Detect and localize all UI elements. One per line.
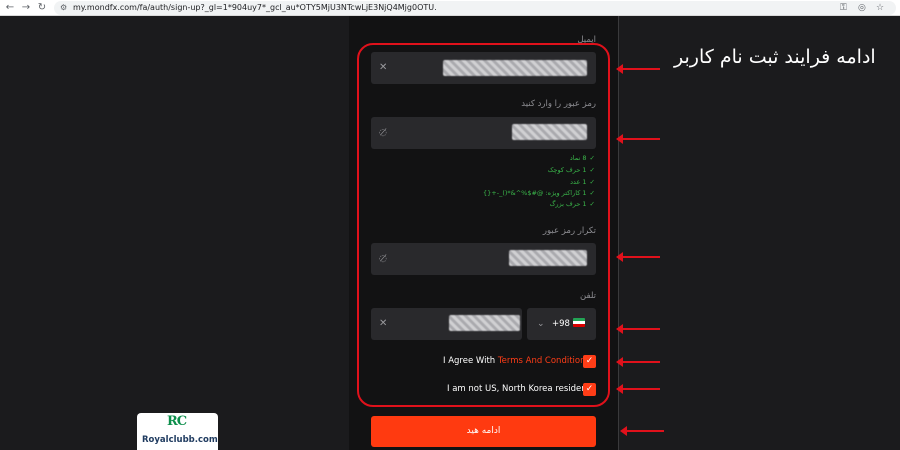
arrow-icon [616,252,660,262]
browser-toolbar: ← → ↻ ⚙ my.mondfx.com/fa/auth/sign-up?_g… [0,0,900,16]
arrow-icon [620,426,664,436]
royalclubb-logo: RC Royalclubb.com [137,413,218,450]
arrow-icon [616,357,660,367]
arrow-icon [616,324,660,334]
forward-icon[interactable]: → [20,2,32,14]
logo-mark: RC [167,414,187,429]
incognito-icon[interactable]: ◎ [858,2,866,14]
key-icon[interactable]: ⚿ [840,2,847,14]
arrow-icon [616,384,660,394]
reload-icon[interactable]: ↻ [36,2,48,14]
annotation-caption: ادامه فرایند ثبت نام کاربر [674,46,876,68]
logo-text: Royalclubb.com [142,435,218,445]
highlight-box [357,43,610,407]
arrow-icon [616,134,660,144]
url-text[interactable]: my.mondfx.com/fa/auth/sign-up?_gl=1*904u… [73,2,437,14]
site-settings-icon[interactable]: ⚙ [60,3,67,12]
continue-button[interactable]: ادامه هید [371,416,596,447]
arrow-icon [616,64,660,74]
back-icon[interactable]: ← [4,2,16,14]
star-icon[interactable]: ☆ [876,2,884,14]
